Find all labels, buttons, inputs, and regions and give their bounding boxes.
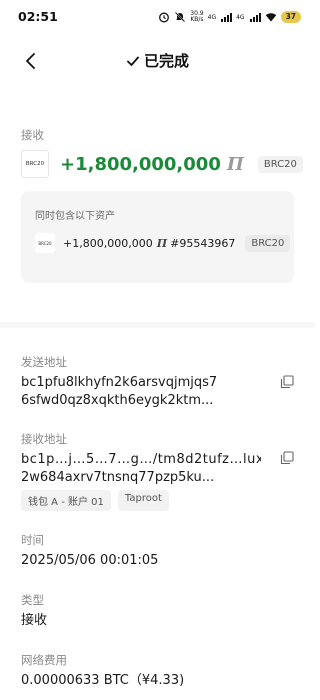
included-assets-title: 同时包含以下资产 (35, 211, 115, 222)
asset-amount: +1,800,000,000 (63, 236, 153, 250)
fee-label: 网络费用 (21, 653, 67, 667)
signal-icon (221, 13, 233, 22)
asset-standard-badge: BRC20 (245, 234, 291, 252)
page-title: 已完成 (0, 50, 315, 71)
receive-amount-row: BRC20 +1,800,000,000 Π BRC20 (21, 150, 303, 178)
copy-icon[interactable] (280, 375, 294, 389)
type-value: 接收 (21, 613, 48, 628)
header: 已完成 (0, 44, 315, 76)
receive-amount: +1,800,000,000 (60, 153, 221, 175)
receive-label: 接收 (21, 128, 44, 142)
token-standard-badge: BRC20 (257, 155, 303, 173)
wallet-account-badge: 钱包 A - 账户 01 (21, 490, 111, 511)
sender-address-line-1: bc1pfu8lkhyfn2k6arsvqjmjqs7 (21, 375, 218, 390)
wifi-icon (265, 13, 276, 22)
recipient-address-line-1: bc1p…j…5…7…g…/tm8d2tufz…lux (21, 452, 261, 467)
sender-address-label: 发送地址 (21, 355, 67, 369)
recipient-address-label: 接收地址 (21, 432, 67, 446)
alarm-icon (159, 12, 170, 23)
included-assets-card: 同时包含以下资产 BRC20 +1,800,000,000 Π #9554396… (21, 191, 294, 283)
signal-label-1: 4G (207, 13, 217, 21)
net-speed-unit: KB/s (190, 16, 204, 23)
copy-icon[interactable] (280, 451, 294, 465)
recipient-address: bc1p…j…5…7…g…/tm8d2tufz…lux 2w684axrv7tn… (21, 451, 261, 487)
address-type-badge: Taproot (117, 490, 169, 511)
time-value: 2025/05/06 00:01:05 (21, 553, 159, 568)
pi-symbol: Π (226, 153, 244, 175)
type-label: 类型 (21, 593, 44, 607)
asset-symbol: Π (156, 236, 168, 250)
sender-address-line-2: 6sfwd0qz8xqkth6eygk2ktm... (21, 393, 214, 408)
mute-icon (175, 11, 186, 23)
status-time: 02:51 (18, 9, 58, 24)
asset-inscription-id: #95543967 (170, 236, 236, 250)
section-divider (0, 322, 315, 328)
asset-item[interactable]: BRC20 +1,800,000,000 Π #95543967 BRC20 (35, 233, 291, 253)
page-title-text: 已完成 (143, 52, 189, 70)
sender-address: bc1pfu8lkhyfn2k6arsvqjmjqs7 6sfwd0qz8xqk… (21, 374, 261, 410)
battery-indicator: 37 (280, 11, 301, 23)
check-icon (127, 56, 139, 66)
time-label: 时间 (21, 533, 44, 547)
recipient-tags: 钱包 A - 账户 01 Taproot (21, 490, 169, 511)
recipient-address-line-2: 2w684axrv7tnsnq77pzp5ku... (21, 470, 215, 485)
fee-value: 0.00000633 BTC（¥4.33) (21, 673, 185, 688)
status-bar: 02:51 30.9 KB/s 4G 4G 37 (0, 0, 315, 34)
net-speed: 30.9 KB/s (190, 11, 203, 23)
token-logo: BRC20 (21, 150, 49, 178)
asset-logo: BRC20 (35, 233, 55, 253)
status-icons: 30.9 KB/s 4G 4G 37 (158, 10, 301, 24)
signal-icon (249, 13, 261, 22)
signal-label-2: 4G (236, 13, 245, 21)
